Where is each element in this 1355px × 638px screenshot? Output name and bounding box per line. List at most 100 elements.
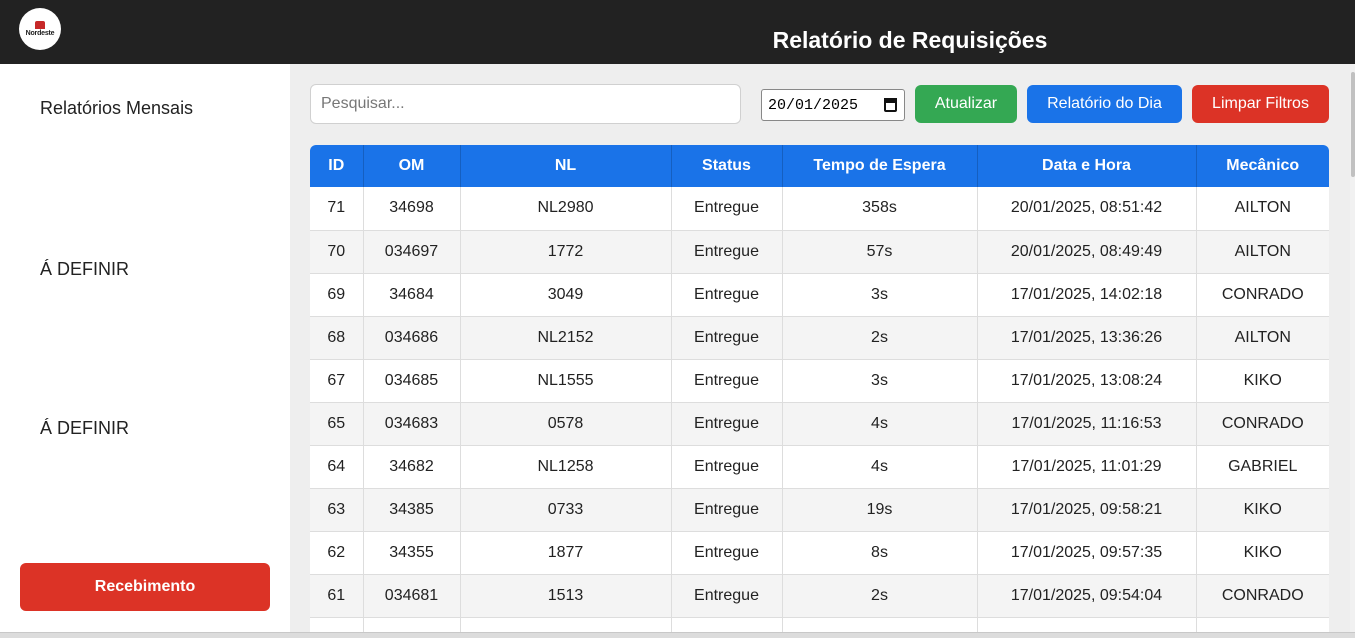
cell-nl: 0733 [460, 488, 672, 532]
header-om: OM [363, 145, 461, 187]
cell-datetime: 17/01/2025, 09:58:21 [977, 488, 1197, 532]
table-row[interactable]: 65 034683 0578 Entregue 4s 17/01/2025, 11:16:… [310, 402, 1329, 446]
sidebar-item-to-define-1[interactable]: Á DEFINIR [40, 258, 129, 280]
header-datetime: Data e Hora [977, 145, 1197, 187]
cell-mechanic: CONRADO [1196, 574, 1329, 618]
horizontal-scrollbar[interactable] [0, 632, 1355, 638]
cell-status: Entregue [671, 230, 783, 274]
cell-status [671, 617, 783, 632]
cell-datetime: 17/01/2025, 11:01:29 [977, 445, 1197, 489]
cell-datetime: 17/01/2025, 11:16:53 [977, 402, 1197, 446]
top-header: Nordeste Relatório de Requisições [0, 0, 1355, 64]
cell-id: 70 [310, 230, 364, 274]
cell-status: Entregue [671, 445, 783, 489]
cell-id: 65 [310, 402, 364, 446]
cell-status: Entregue [671, 187, 783, 231]
receiving-button[interactable]: Recebimento [20, 563, 270, 611]
table-row[interactable]: 68 034686 NL2152 Entregue 2s 17/01/2025, 13:3… [310, 316, 1329, 360]
cell-id: 68 [310, 316, 364, 360]
calendar-icon[interactable] [884, 98, 897, 112]
scrollbar-thumb[interactable] [1351, 72, 1355, 177]
table-row[interactable]: 63 34385 0733 Entregue 19s 17/01/2025, 09:58:… [310, 488, 1329, 532]
cell-wait-time: 358s [782, 187, 978, 231]
cell-datetime: 17/01/2025, 14:02:18 [977, 273, 1197, 317]
table-row[interactable]: 70 034697 1772 Entregue 57s 20/01/2025, 08:49… [310, 230, 1329, 274]
cell-status: Entregue [671, 531, 783, 575]
cell-nl: NL1555 [460, 359, 672, 403]
cell-om: 034681 [363, 574, 461, 618]
cell-om: 34682 [363, 445, 461, 489]
cell-datetime: 20/01/2025, 08:51:42 [977, 187, 1197, 231]
table-row[interactable]: 62 34355 1877 Entregue 8s 17/01/2025, 09:57:3… [310, 531, 1329, 575]
cell-wait-time: 2s [782, 574, 978, 618]
cell-nl: 0578 [460, 402, 672, 446]
cell-id: 69 [310, 273, 364, 317]
cell-datetime: 17/01/2025, 13:36:26 [977, 316, 1197, 360]
cell-nl: 1877 [460, 531, 672, 575]
requisitions-table-container: ID OM NL Status Tempo de Espera Data e Hora Me… [310, 145, 1329, 632]
header-wait-time: Tempo de Espera [782, 145, 978, 187]
sidebar-item-to-define-2[interactable]: Á DEFINIR [40, 417, 129, 439]
refresh-button[interactable]: Atualizar [915, 85, 1017, 123]
table-row[interactable]: 69 34684 3049 Entregue 3s 17/01/2025, 14:02:1… [310, 273, 1329, 317]
cell-mechanic: KIKO [1196, 488, 1329, 532]
sidebar-item-monthly-reports[interactable]: Relatórios Mensais [40, 97, 193, 119]
cell-mechanic: GABRIEL [1196, 445, 1329, 489]
cell-status: Entregue [671, 574, 783, 618]
main-content: 20/01/2025 Atualizar Relatório do Dia Li… [290, 64, 1350, 632]
cell-datetime: 20/01/2025, 08:49:49 [977, 230, 1197, 274]
header-mechanic: Mecânico [1196, 145, 1329, 187]
cell-mechanic: AILTON [1196, 316, 1329, 360]
cell-id: 71 [310, 187, 364, 231]
cell-om: 34684 [363, 273, 461, 317]
cell-om: 034685 [363, 359, 461, 403]
table-row[interactable]: 71 34698 NL2980 Entregue 358s 20/01/2025, 08:… [310, 187, 1329, 231]
cell-status: Entregue [671, 488, 783, 532]
cell-id: 63 [310, 488, 364, 532]
cell-mechanic: AILTON [1196, 187, 1329, 231]
cell-om: 34385 [363, 488, 461, 532]
cell-wait-time [782, 617, 978, 632]
header-status: Status [671, 145, 783, 187]
cell-mechanic: AILTON [1196, 230, 1329, 274]
cell-datetime: 17/01/2025, 09:57:35 [977, 531, 1197, 575]
cell-nl: NL1258 [460, 445, 672, 489]
table-body: 71 34698 NL2980 Entregue 358s 20/01/2025, 08:… [310, 187, 1329, 632]
cell-wait-time: 2s [782, 316, 978, 360]
cell-status: Entregue [671, 402, 783, 446]
cell-status: Entregue [671, 359, 783, 403]
cell-id: 62 [310, 531, 364, 575]
search-input[interactable] [310, 84, 741, 124]
table-row[interactable]: 64 34682 NL1258 Entregue 4s 17/01/2025, 11:01… [310, 445, 1329, 489]
cell-datetime: 17/01/2025, 13:08:24 [977, 359, 1197, 403]
cell-mechanic: KIKO [1196, 531, 1329, 575]
cell-om: 34355 [363, 531, 461, 575]
cell-datetime: 17/01/2025, 09:54:04 [977, 574, 1197, 618]
cell-nl: 1513 [460, 574, 672, 618]
cell-id [310, 617, 364, 632]
table-row[interactable]: 67 034685 NL1555 Entregue 3s 17/01/2025, 13:0… [310, 359, 1329, 403]
cell-status: Entregue [671, 273, 783, 317]
date-filter-input[interactable]: 20/01/2025 [761, 89, 905, 121]
header-id: ID [310, 145, 364, 187]
day-report-button[interactable]: Relatório do Dia [1027, 85, 1182, 123]
cell-om: 034683 [363, 402, 461, 446]
table-row[interactable] [310, 617, 1329, 632]
cell-nl: 3049 [460, 273, 672, 317]
table-row[interactable]: 61 034681 1513 Entregue 2s 17/01/2025, 09:54:… [310, 574, 1329, 618]
requisitions-table: ID OM NL Status Tempo de Espera Data e Hora Me… [310, 145, 1329, 632]
header-nl: NL [460, 145, 672, 187]
cell-om: 034697 [363, 230, 461, 274]
cell-nl: 1772 [460, 230, 672, 274]
cell-nl: NL2152 [460, 316, 672, 360]
cell-status: Entregue [671, 316, 783, 360]
company-logo[interactable]: Nordeste [19, 8, 61, 50]
cell-id: 61 [310, 574, 364, 618]
clear-filters-button[interactable]: Limpar Filtros [1192, 85, 1329, 123]
cell-nl: NL2980 [460, 187, 672, 231]
date-value: 20/01/2025 [768, 96, 859, 114]
cell-wait-time: 19s [782, 488, 978, 532]
cell-datetime [977, 617, 1197, 632]
cell-wait-time: 8s [782, 531, 978, 575]
cell-om [363, 617, 461, 632]
